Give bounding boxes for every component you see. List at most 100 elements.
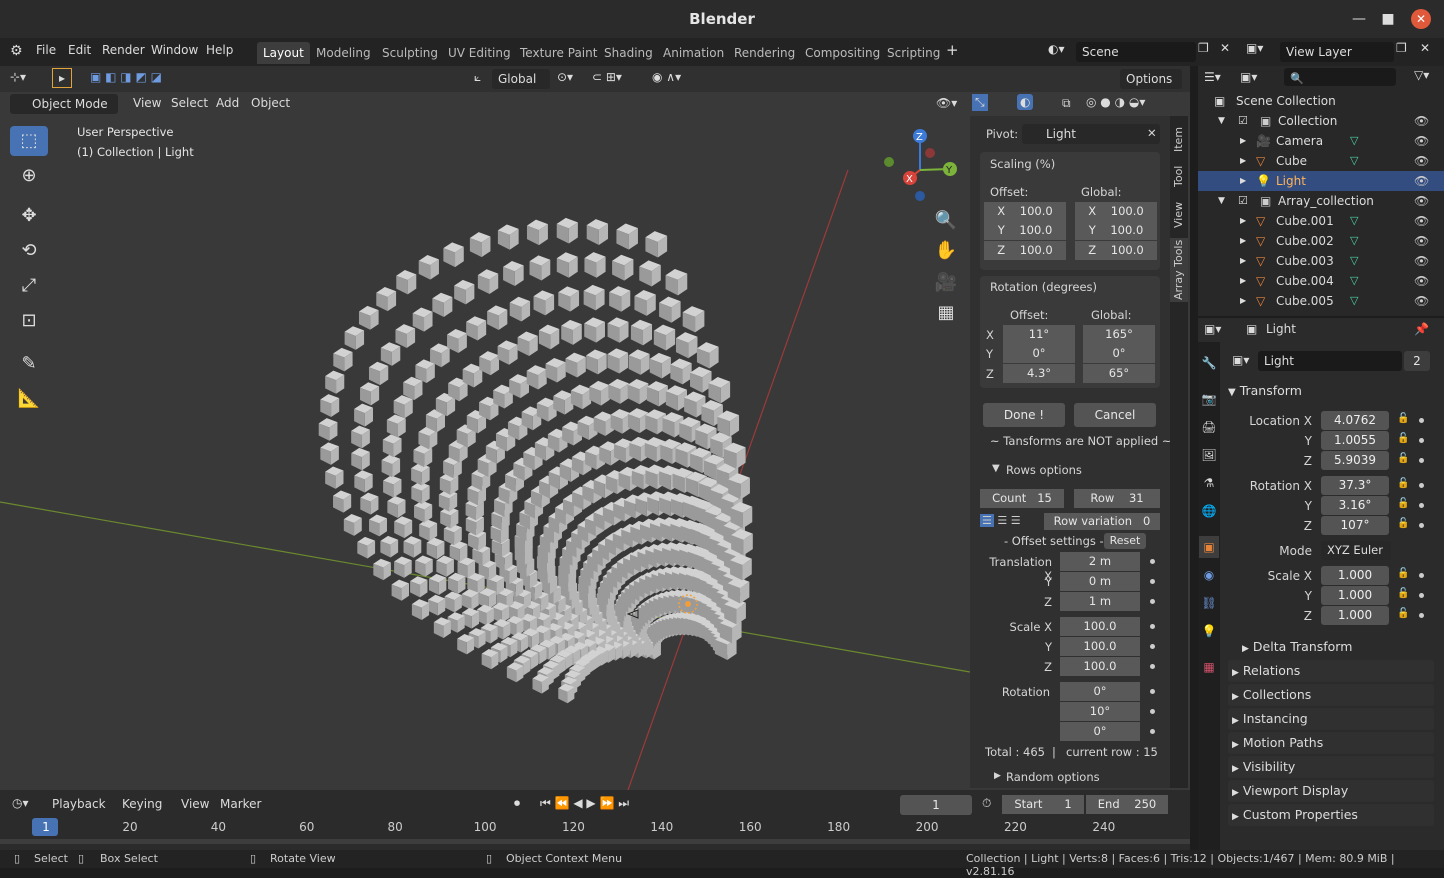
snap-icon[interactable]: ⊂ ⊞▾ <box>592 70 622 84</box>
eye-icon[interactable]: 👁 <box>1414 271 1430 291</box>
scene-copy-icon[interactable]: ❐ <box>1198 41 1209 55</box>
timeline-menu-playback[interactable]: Playback <box>52 797 106 811</box>
scale-global-y-field[interactable]: Y 100.0 <box>1075 221 1157 240</box>
data-icon[interactable]: ▽ <box>1350 271 1358 291</box>
options-dropdown[interactable]: Options <box>1120 69 1182 89</box>
xray-icon[interactable]: ⧉ <box>1062 96 1071 111</box>
rot-offset-x-field[interactable]: 11° <box>1003 325 1075 344</box>
rotation-z-field[interactable]: 0° <box>1060 722 1140 741</box>
eye-icon[interactable]: 👁 <box>1414 211 1430 231</box>
panel-header[interactable]: ▶ Custom Properties <box>1228 804 1434 826</box>
view-layer-icon[interactable]: ▣▾ <box>1246 41 1263 55</box>
location-z-field[interactable]: 5.9039 <box>1321 451 1389 470</box>
menu-select[interactable]: Select <box>171 96 208 110</box>
scene-remove-icon[interactable]: ✕ <box>1220 41 1230 55</box>
lock-icon[interactable]: 🔓 <box>1397 478 1409 489</box>
menu-view[interactable]: View <box>133 96 161 110</box>
rows-options-title[interactable]: Rows options <box>1006 463 1082 477</box>
rotation-z-field[interactable]: 107° <box>1321 516 1389 535</box>
eye-icon[interactable]: 👁 <box>1414 171 1430 191</box>
texture-props-icon[interactable]: ▦ <box>1199 656 1219 678</box>
expand-icon[interactable]: ▶ <box>1240 151 1246 171</box>
tab-view[interactable]: View <box>1170 198 1188 232</box>
pan-hand-icon[interactable]: ✋ <box>932 236 960 266</box>
eye-icon[interactable]: 👁 <box>1414 291 1430 311</box>
blender-logo-icon[interactable]: ⚙ <box>10 43 23 59</box>
lock-icon[interactable]: 🔓 <box>1397 453 1409 464</box>
translation-y-field[interactable]: 0 m <box>1060 572 1140 591</box>
filter-icon[interactable]: ▽▾ <box>1414 68 1429 82</box>
add-workspace-icon[interactable]: + <box>946 41 959 59</box>
clock-icon[interactable]: ⏱ <box>982 796 991 811</box>
object-props-icon[interactable]: ▣ <box>1199 536 1219 558</box>
lock-icon[interactable]: 🔓 <box>1397 413 1409 424</box>
panel-header[interactable]: ▶ Visibility <box>1228 756 1434 778</box>
tab-scripting[interactable]: Scripting <box>881 42 946 64</box>
scale-z-field[interactable]: 100.0 <box>1060 657 1140 676</box>
collapse-icon[interactable]: ▼ <box>1218 111 1225 131</box>
view-layer-copy-icon[interactable]: ❐ <box>1396 41 1407 55</box>
select-box-tool-icon[interactable]: ⬚ <box>10 126 48 156</box>
display-mode-icon[interactable]: ▣▾ <box>1240 70 1257 84</box>
rows-expand-icon[interactable]: ▼ <box>992 463 1000 474</box>
random-options-title[interactable]: Random options <box>1006 770 1100 784</box>
scale-z-prop-field[interactable]: 1.000 <box>1321 606 1389 625</box>
expand-icon[interactable]: ▶ <box>1240 291 1246 311</box>
record-icon[interactable]: ⏺ <box>514 796 520 811</box>
navigation-gizmo[interactable]: Z X Y <box>880 128 960 208</box>
cursor-tool-icon[interactable]: ⊕ <box>10 161 48 191</box>
location-y-field[interactable]: 1.0055 <box>1321 431 1389 450</box>
object-type-icon[interactable]: ▣▾ <box>1232 353 1249 367</box>
scale-x-field[interactable]: 100.0 <box>1060 617 1140 636</box>
outliner-row[interactable]: ▶ 🎥 Camera ▽ 👁 <box>1198 131 1444 151</box>
menu-render[interactable]: Render <box>102 43 145 57</box>
eye-icon[interactable]: 👁 <box>1414 191 1430 211</box>
lock-icon[interactable]: 🔓 <box>1397 518 1409 529</box>
zoom-icon[interactable]: 🔍 <box>932 206 960 236</box>
rot-offset-y-field[interactable]: 0° <box>1003 344 1075 363</box>
keyframe-dot-icon[interactable] <box>1419 503 1424 508</box>
cancel-button[interactable]: Cancel <box>1074 403 1156 427</box>
visibility-icon[interactable]: 👁▾ <box>936 96 957 110</box>
lock-icon[interactable]: 🔓 <box>1397 433 1409 444</box>
outliner-row[interactable]: ▶ ▽ Cube.002 ▽ 👁 <box>1198 231 1444 251</box>
tab-item[interactable]: Item <box>1170 122 1188 156</box>
scale-global-x-field[interactable]: X 100.0 <box>1075 202 1157 221</box>
keyframe-dot-icon[interactable] <box>1150 729 1155 734</box>
outliner-row[interactable]: ▶ ▽ Cube.005 ▽ 👁 <box>1198 291 1444 311</box>
render-props-icon[interactable]: 📷 <box>1199 388 1219 410</box>
scale-y-field[interactable]: 100.0 <box>1060 637 1140 656</box>
lock-icon[interactable]: 🔓 <box>1397 588 1409 599</box>
rotation-y-field[interactable]: 10° <box>1060 702 1140 721</box>
scene-icon[interactable]: ◐▾ <box>1048 42 1065 56</box>
expand-icon[interactable]: ▶ <box>1240 271 1246 291</box>
expand-icon[interactable]: ▶ <box>1240 171 1246 191</box>
keyframe-dot-icon[interactable] <box>1150 599 1155 604</box>
rot-global-x-field[interactable]: 165° <box>1083 325 1155 344</box>
data-icon[interactable]: ▽ <box>1350 151 1358 171</box>
move-tool-icon[interactable]: ✥ <box>10 201 48 231</box>
scale-offset-x-field[interactable]: X 100.0 <box>984 202 1066 221</box>
rot-global-z-field[interactable]: 65° <box>1083 364 1155 383</box>
tab-animation[interactable]: Animation <box>657 42 730 64</box>
timeline-menu-keying[interactable]: Keying <box>122 797 162 811</box>
keyframe-dot-icon[interactable] <box>1150 624 1155 629</box>
count-field[interactable]: Count 15 <box>980 489 1064 508</box>
transform-tool-icon[interactable]: ⊡ <box>10 306 48 336</box>
rotation-x-field[interactable]: 37.3° <box>1321 476 1389 495</box>
rot-offset-z-field[interactable]: 4.3° <box>1003 364 1075 383</box>
alignment-buttons[interactable]: ☰ ☰ ☰ <box>980 514 1036 530</box>
outliner-row[interactable]: ▶ ▽ Cube ▽ 👁 <box>1198 151 1444 171</box>
rotation-mode-dropdown[interactable]: XYZ Euler <box>1321 541 1391 560</box>
scene-name-field[interactable]: Scene <box>1076 42 1196 62</box>
scale-offset-z-field[interactable]: Z 100.0 <box>984 241 1066 260</box>
minimize-icon[interactable]: — <box>1349 9 1369 29</box>
menu-help[interactable]: Help <box>206 43 233 57</box>
tab-uv-editing[interactable]: UV Editing <box>442 42 517 64</box>
orientation-dropdown[interactable]: Global <box>492 69 550 89</box>
delta-transform-header[interactable]: ▶ Delta Transform <box>1242 636 1432 658</box>
keyframe-dot-icon[interactable] <box>1419 483 1424 488</box>
data-icon[interactable]: ▽ <box>1350 131 1358 151</box>
eye-icon[interactable]: 👁 <box>1414 251 1430 271</box>
rotation-y-field[interactable]: 3.16° <box>1321 496 1389 515</box>
